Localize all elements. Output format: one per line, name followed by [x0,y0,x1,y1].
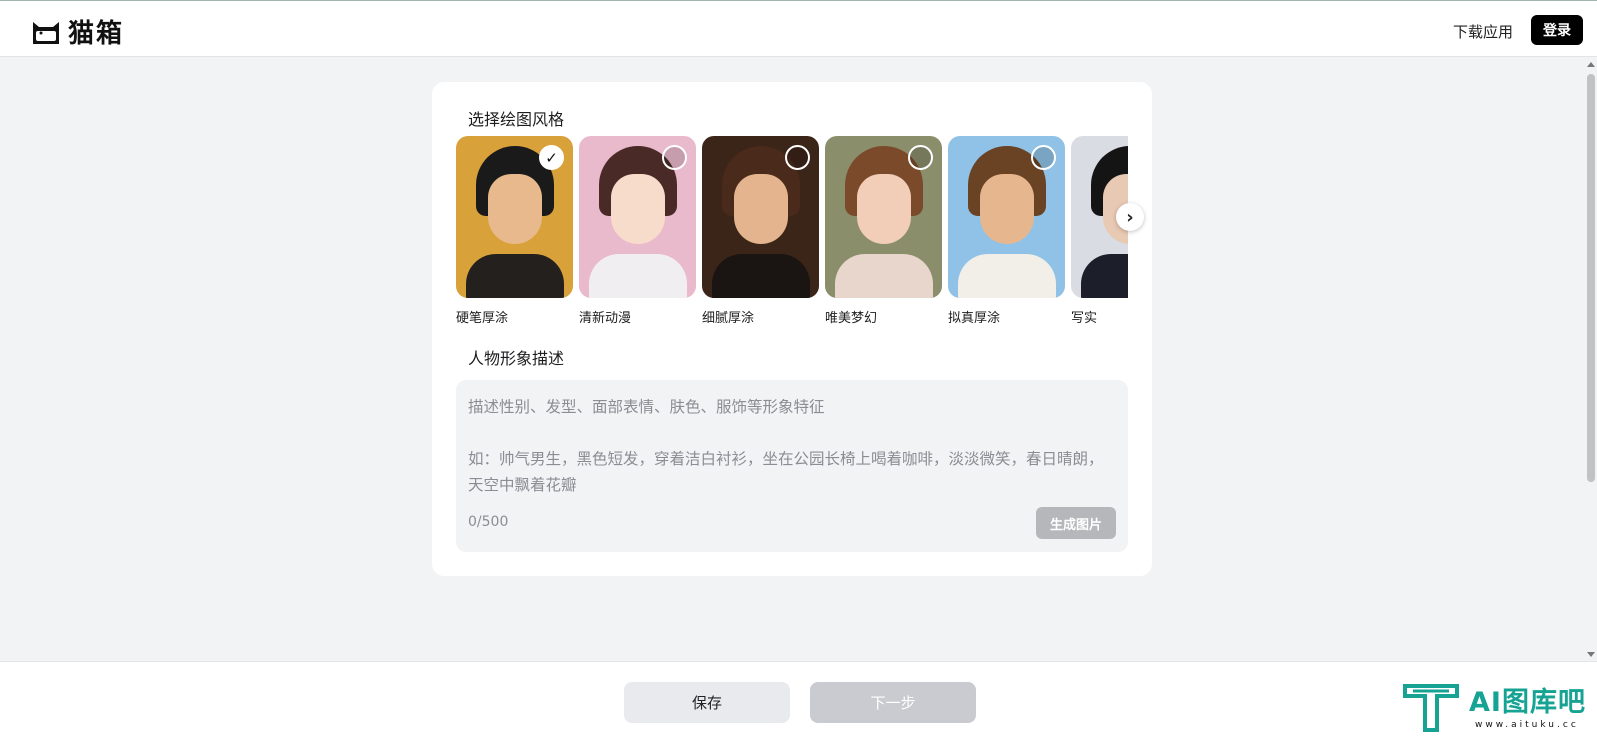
top-header: 猫箱 下载应用 登录 [0,0,1597,57]
description-placeholder: 描述性别、发型、面部表情、肤色、服饰等形象特征 如：帅气男生，黑色短发，穿着洁白… [468,398,1104,494]
next-step-button[interactable]: 下一步 [810,682,976,723]
create-card: 选择绘图风格 ✓ 硬笔厚涂 清新动漫 细腻厚涂 唯美梦幻 拟真厚涂 写实 人物形… [432,82,1152,576]
login-button[interactable]: 登录 [1531,15,1583,45]
style-section-title: 选择绘图风格 [468,110,565,129]
style-carousel: ✓ 硬笔厚涂 清新动漫 细腻厚涂 唯美梦幻 拟真厚涂 写实 [456,136,1128,336]
scroll-thumb[interactable] [1587,74,1595,482]
watermark-url: www.aituku.cc [1475,720,1579,730]
style-label: 硬笔厚涂 [456,311,509,326]
check-icon[interactable]: ✓ [539,145,564,170]
portrait-clothing [712,254,810,298]
save-button[interactable]: 保存 [624,682,790,723]
app-logo[interactable]: 猫箱 [30,13,124,50]
style-item-2[interactable]: 清新动漫 [579,136,697,326]
character-counter: 0/500 [468,514,509,530]
style-item-4[interactable]: 唯美梦幻 [825,136,943,326]
portrait-clothing [589,254,687,298]
page-scrollbar[interactable] [1585,58,1597,661]
description-section-title: 人物形象描述 [468,349,565,368]
portrait-clothing [835,254,933,298]
watermark-title: AI图库吧 [1469,687,1586,718]
style-item-6[interactable]: 写实 [1071,136,1128,326]
watermark-logo-icon [1403,684,1459,732]
app-name: 猫箱 [68,19,125,49]
radio-unselected-icon[interactable] [785,145,810,170]
generate-image-button[interactable]: 生成图片 [1036,507,1116,539]
style-thumbnail [948,136,1065,298]
style-label: 细腻厚涂 [702,311,755,326]
portrait-face [980,174,1034,244]
style-thumbnail [825,136,942,298]
style-item-5[interactable]: 拟真厚涂 [948,136,1066,326]
chevron-right-icon[interactable]: › [1116,203,1144,231]
style-label: 唯美梦幻 [825,311,878,326]
portrait-clothing [466,254,564,298]
style-thumbnail [579,136,696,298]
scroll-up-arrow-icon[interactable] [1587,62,1595,67]
description-input[interactable]: 描述性别、发型、面部表情、肤色、服饰等形象特征 如：帅气男生，黑色短发，穿着洁白… [456,380,1128,552]
portrait-clothing [958,254,1056,298]
style-label: 清新动漫 [579,311,632,326]
style-item-3[interactable]: 细腻厚涂 [702,136,820,326]
style-thumbnail: ✓ [456,136,573,298]
download-app-link[interactable]: 下载应用 [1453,21,1513,42]
style-item-1[interactable]: ✓ 硬笔厚涂 [456,136,574,326]
watermark: AI图库吧 www.aituku.cc [1403,676,1593,736]
portrait-face [734,174,788,244]
bottom-action-bar: 保存 下一步 [0,661,1597,739]
portrait-face [857,174,911,244]
portrait-face [488,174,542,244]
style-label: 拟真厚涂 [948,311,1001,326]
style-label: 写实 [1071,311,1098,326]
style-thumbnail [702,136,819,298]
radio-unselected-icon[interactable] [908,145,933,170]
scroll-down-arrow-icon[interactable] [1587,652,1595,657]
radio-unselected-icon[interactable] [662,145,687,170]
radio-unselected-icon[interactable] [1031,145,1056,170]
portrait-face [611,174,665,244]
cat-box-icon [33,21,59,44]
